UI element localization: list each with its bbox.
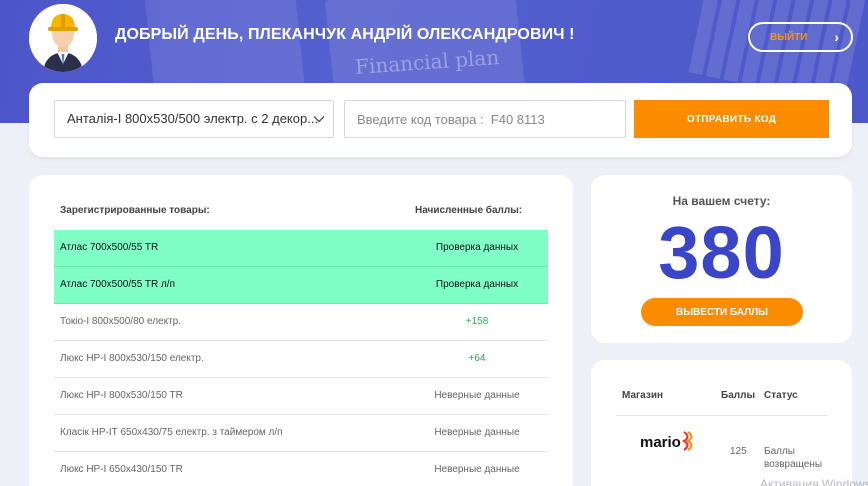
product-select[interactable]: Анталія-І 800x530/500 электр. с 2 декор.…	[54, 100, 334, 138]
table-row: Класік НР-ІТ 650x430/75 електр. з таймер…	[54, 415, 548, 452]
balance-label: На вашем счету:	[672, 194, 771, 208]
product-select-value: Анталія-І 800x530/500 электр. с 2 декор.…	[67, 111, 319, 126]
table-row: mario 125 Баллы возвращены	[616, 416, 828, 486]
product-points: +64	[468, 353, 486, 364]
store-status: Баллы возвращены	[764, 446, 823, 470]
send-code-button[interactable]: ОТПРАВИТЬ КОД	[634, 100, 829, 138]
column-store: Магазин	[622, 390, 664, 401]
table-row: Люкс НР-І 650x430/150 TR Неверные данные	[54, 452, 548, 486]
registered-products-panel: Зарегистрированные товары: Начисленные б…	[29, 175, 573, 486]
chevron-down-icon	[313, 116, 325, 123]
store-logo-text: mario	[640, 434, 681, 451]
product-status: Неверные данные	[434, 427, 520, 438]
table-row: Атлас 700x500/55 TR л/п Проверка данных	[54, 267, 548, 304]
stores-table-header: Магазин Баллы Статус	[616, 390, 828, 416]
table-row: Люкс НР-І 800x530/150 електр. +64	[54, 341, 548, 378]
column-points: Баллы	[721, 390, 755, 401]
code-entry-panel: Анталія-І 800x530/500 электр. с 2 декор.…	[29, 83, 852, 157]
withdraw-points-button[interactable]: ВЫВЕСТИ БАЛЛЫ	[641, 298, 803, 326]
balance-panel: На вашем счету: 380 ВЫВЕСТИ БАЛЛЫ	[591, 175, 852, 343]
worker-avatar-icon	[29, 4, 97, 72]
os-activation-watermark: Активация Windows	[760, 477, 868, 486]
product-status: Проверка данных	[435, 279, 519, 290]
product-status: Неверные данные	[434, 390, 520, 401]
store-points: 125	[730, 446, 747, 457]
product-status: Проверка данных	[435, 242, 519, 253]
table-row: Атлас 700x500/55 TR Проверка данных	[54, 230, 548, 267]
table-row: Люкс НР-І 800x530/150 TR Неверные данные	[54, 378, 548, 415]
logout-button[interactable]: ВЫЙТИ ›	[748, 22, 853, 52]
product-code-input[interactable]	[344, 100, 626, 138]
logout-label: ВЫЙТИ	[770, 31, 808, 43]
avatar	[29, 4, 97, 72]
table-row: Токіо-І 800x500/80 електр. +158	[54, 304, 548, 341]
chevron-right-icon: ›	[834, 29, 839, 45]
products-table-header: Зарегистрированные товары: Начисленные б…	[29, 205, 573, 219]
column-registered-products: Зарегистрированные товары:	[60, 205, 210, 216]
products-table-body: Атлас 700x500/55 TR Проверка данных Атла…	[54, 230, 548, 486]
greeting-title: ДОБРЫЙ ДЕНЬ, ПЛЕКАНЧУК АНДРІЙ ОЛЕКСАНДРО…	[115, 26, 575, 43]
balance-value: 380	[658, 211, 785, 294]
product-status: Неверные данные	[434, 464, 520, 475]
stores-panel: Магазин Баллы Статус mario 125 Баллы воз…	[591, 360, 852, 486]
mario-store-logo: mario	[640, 431, 693, 451]
column-status: Статус	[764, 390, 798, 401]
column-earned-points: Начисленные баллы:	[415, 205, 523, 216]
product-points: +158	[465, 316, 489, 327]
